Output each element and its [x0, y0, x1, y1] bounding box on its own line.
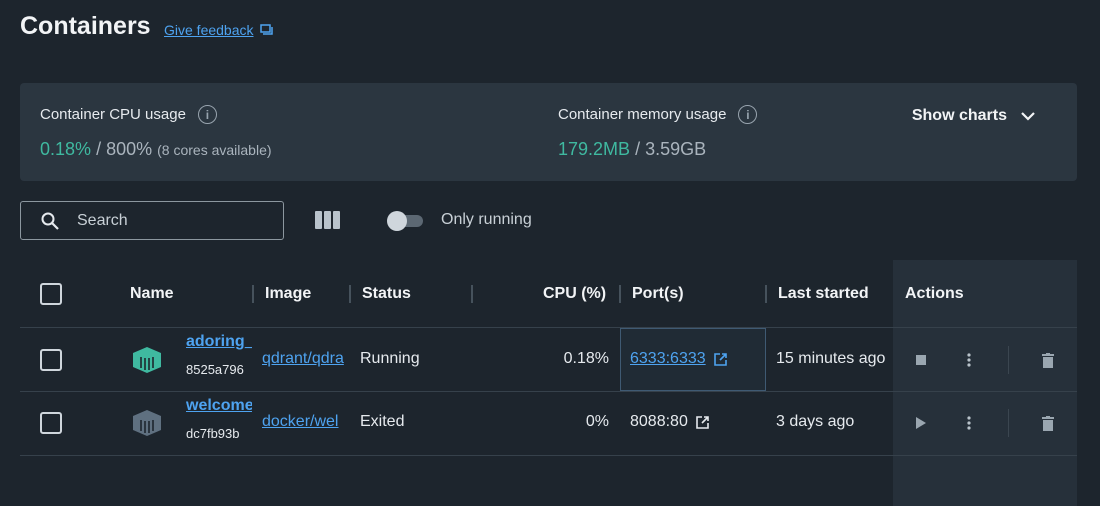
memory-info-icon[interactable]: i	[738, 105, 758, 124]
column-divider[interactable]	[471, 285, 473, 303]
start-button[interactable]	[910, 412, 932, 434]
external-link-icon	[713, 352, 727, 366]
container-id: dc7fb93b	[186, 426, 240, 441]
cpu-usage-total: / 800%	[96, 139, 153, 159]
more-vertical-icon	[967, 353, 971, 367]
stop-button[interactable]	[910, 349, 932, 371]
memory-usage-amount: 179.2MB	[558, 139, 631, 159]
port-link[interactable]: 8088:80	[630, 413, 709, 431]
trash-icon	[1042, 415, 1054, 431]
only-running-toggle[interactable]	[387, 210, 423, 231]
chevron-down-icon	[1021, 111, 1035, 121]
memory-usage-total: / 3.59GB	[635, 139, 707, 159]
port-link-label: 6333:6333	[630, 350, 706, 367]
container-last-started: 15 minutes ago	[776, 350, 886, 367]
page-title: Containers	[20, 12, 151, 40]
memory-usage-label-wrap: Container memory usage i	[558, 105, 758, 124]
container-status: Running	[360, 350, 420, 367]
feedback-icon	[259, 24, 273, 35]
column-divider[interactable]	[765, 285, 767, 303]
cpu-cores-note: (8 cores available)	[157, 142, 272, 158]
more-options-button[interactable]	[958, 349, 980, 371]
show-charts-button[interactable]: Show charts	[912, 107, 1035, 125]
external-link-icon	[696, 415, 709, 429]
port-link[interactable]: 6333:6333	[630, 350, 727, 368]
only-running-label: Only running	[441, 211, 532, 228]
cpu-usage-label: Container CPU usage	[40, 106, 186, 123]
delete-button[interactable]	[1037, 412, 1059, 434]
container-last-started: 3 days ago	[776, 413, 855, 430]
select-all-checkbox[interactable]	[40, 283, 62, 305]
table-divider	[20, 455, 1077, 456]
container-cpu: 0%	[585, 413, 609, 430]
container-id: 8525a796	[186, 362, 244, 377]
play-icon	[916, 417, 926, 429]
column-header-name[interactable]: Name	[130, 285, 174, 303]
memory-usage-label: Container memory usage	[558, 106, 727, 123]
cpu-info-icon[interactable]: i	[197, 105, 217, 124]
trash-icon	[1042, 352, 1054, 368]
show-charts-label: Show charts	[911, 107, 1007, 124]
column-settings-icon[interactable]	[315, 211, 340, 229]
delete-button[interactable]	[1037, 349, 1059, 371]
give-feedback-link[interactable]: Give feedback	[164, 22, 273, 38]
cpu-usage-label-wrap: Container CPU usage i	[40, 105, 217, 124]
more-options-button[interactable]	[958, 412, 980, 434]
column-header-actions: Actions	[905, 285, 964, 302]
column-header-ports[interactable]: Port(s)	[632, 285, 684, 303]
column-header-last-started[interactable]: Last started	[778, 285, 869, 303]
cpu-usage-percent: 0.18%	[40, 139, 92, 159]
container-image-link[interactable]: docker/wel	[262, 413, 350, 431]
container-stopped-icon	[133, 410, 161, 436]
action-divider	[1008, 409, 1009, 437]
give-feedback-label: Give feedback	[164, 22, 254, 38]
row-checkbox[interactable]	[40, 412, 62, 434]
action-divider	[1008, 346, 1009, 374]
container-cpu: 0.18%	[563, 350, 609, 367]
row-checkbox[interactable]	[40, 349, 62, 371]
memory-usage-value: 179.2MB / 3.59GB	[558, 139, 706, 160]
container-name-link[interactable]: welcome	[186, 397, 252, 415]
usage-stats-panel: Container CPU usage i 0.18% / 800% (8 co…	[20, 83, 1077, 181]
column-divider[interactable]	[349, 285, 351, 303]
column-header-status[interactable]: Status	[362, 285, 411, 303]
container-running-icon	[133, 347, 161, 373]
search-input[interactable]	[77, 211, 257, 230]
search-icon	[41, 212, 59, 230]
container-image-link[interactable]: qdrant/qdra	[262, 350, 350, 368]
stop-icon	[916, 355, 926, 365]
more-vertical-icon	[967, 416, 971, 430]
search-box[interactable]	[20, 201, 284, 240]
container-status: Exited	[360, 413, 405, 430]
cpu-usage-value: 0.18% / 800% (8 cores available)	[40, 139, 272, 160]
column-divider[interactable]	[619, 285, 621, 303]
port-link-label: 8088:80	[630, 413, 688, 430]
column-header-cpu[interactable]: CPU (%)	[543, 285, 606, 303]
column-divider[interactable]	[252, 285, 254, 303]
container-name-link[interactable]: adoring_	[186, 333, 252, 351]
column-header-image[interactable]: Image	[265, 285, 311, 303]
